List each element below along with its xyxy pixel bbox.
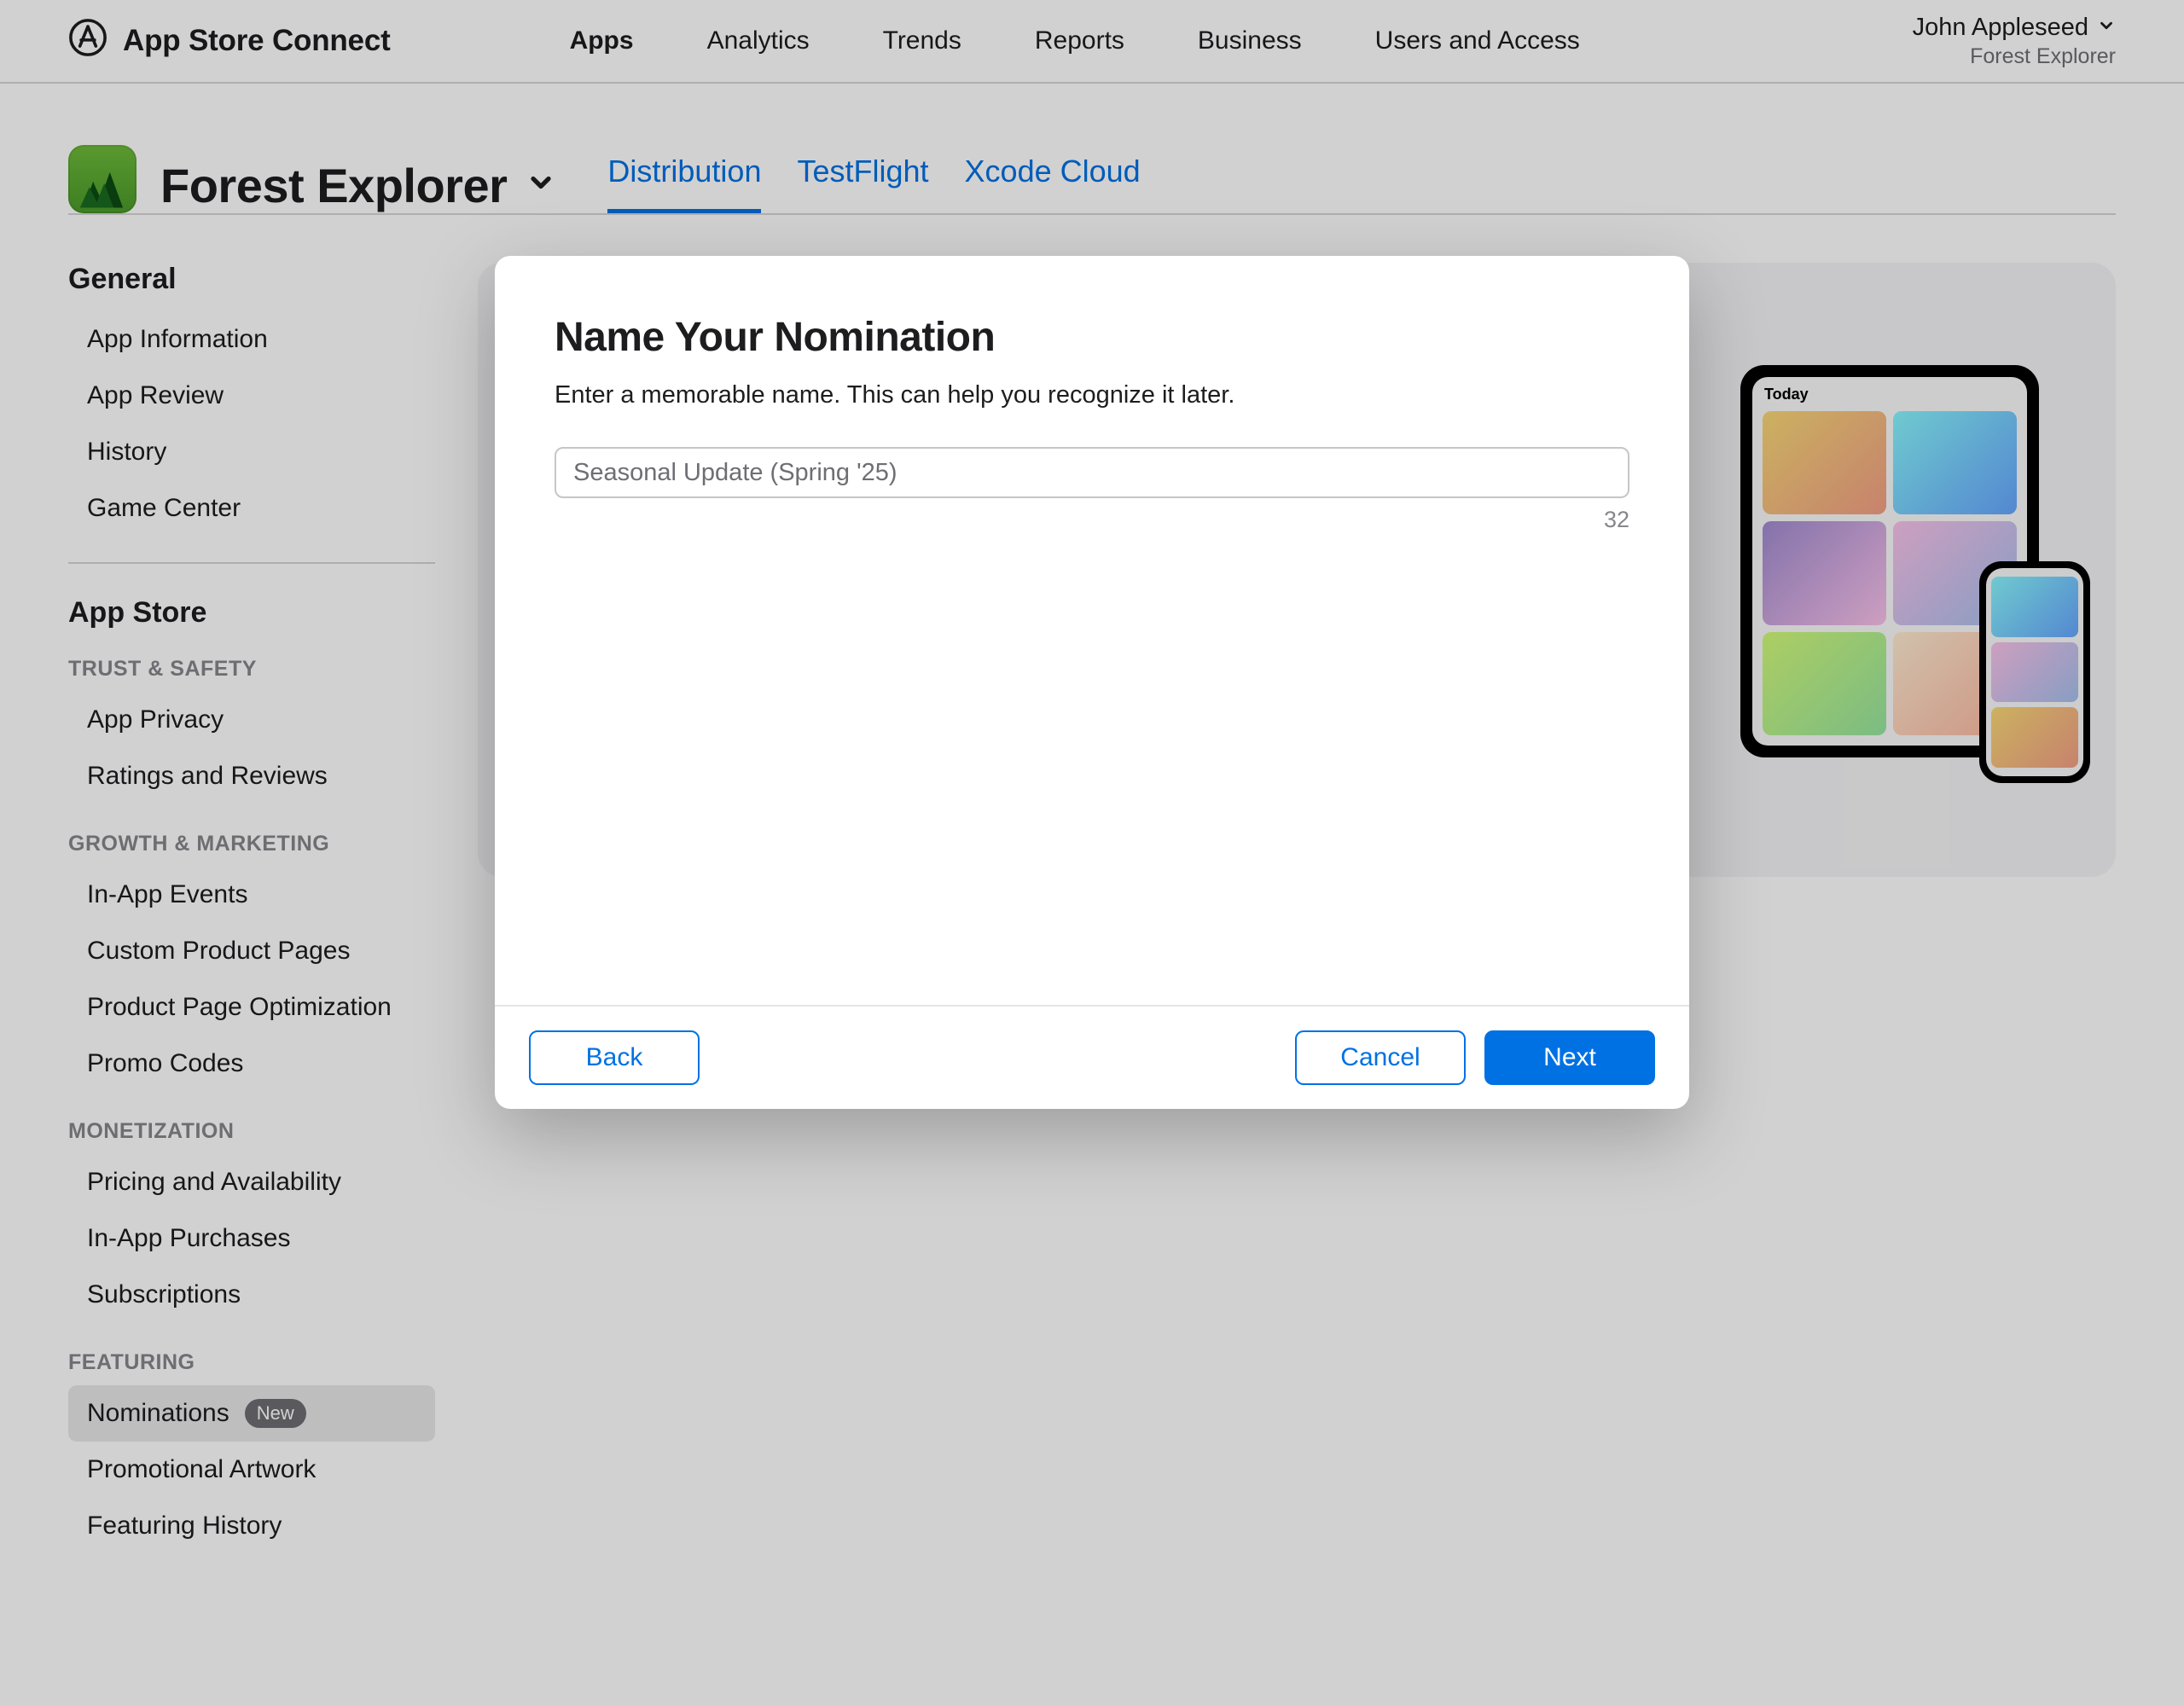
- cancel-button[interactable]: Cancel: [1295, 1030, 1466, 1085]
- back-button[interactable]: Back: [529, 1030, 700, 1085]
- char-count: 32: [555, 507, 1629, 533]
- next-button[interactable]: Next: [1484, 1030, 1655, 1085]
- modal-description: Enter a memorable name. This can help yo…: [555, 381, 1629, 409]
- nomination-name-input[interactable]: [555, 447, 1629, 498]
- nomination-name-modal: Name Your Nomination Enter a memorable n…: [495, 256, 1689, 1109]
- modal-footer: Back Cancel Next: [495, 1005, 1689, 1109]
- modal-title: Name Your Nomination: [555, 314, 1629, 361]
